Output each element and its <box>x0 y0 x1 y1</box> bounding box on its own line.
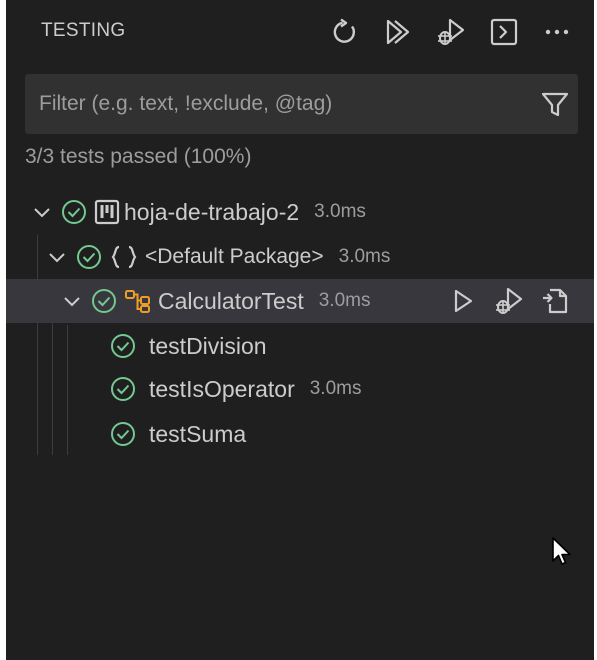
test-duration: 3.0ms <box>318 290 371 311</box>
passed-icon <box>111 422 135 446</box>
chevron-down-icon[interactable] <box>61 290 83 312</box>
panel-title: TESTING <box>41 20 126 41</box>
tree-item-test-method[interactable]: testIsOperator 3.0ms <box>6 367 594 411</box>
more-actions-button[interactable] <box>538 14 576 50</box>
refresh-icon <box>333 18 355 43</box>
mouse-cursor-icon <box>552 537 571 565</box>
run-icon <box>454 289 473 313</box>
tree-item-class[interactable]: CalculatorTest 3.0ms <box>6 279 594 323</box>
filter-input[interactable] <box>39 74 529 134</box>
test-summary: 3/3 tests passed (100%) <box>25 145 252 168</box>
row-actions <box>434 284 572 318</box>
package-braces-icon <box>109 244 139 270</box>
run-all-icon <box>386 19 410 45</box>
passed-icon <box>77 245 101 269</box>
terminal-output-icon <box>490 18 518 46</box>
tree-item-test-method[interactable]: testSuma <box>6 412 594 456</box>
tree-item-label: CalculatorTest <box>158 287 304 314</box>
filter-box <box>25 74 578 134</box>
show-output-button[interactable] <box>485 14 523 50</box>
panel-toolbar <box>326 14 576 50</box>
run-test-button[interactable] <box>446 284 480 318</box>
test-duration: 3.0ms <box>309 378 362 399</box>
test-duration: 3.0ms <box>314 201 366 222</box>
run-all-tests-button[interactable] <box>379 14 417 50</box>
ellipsis-icon <box>545 29 569 35</box>
debug-test-button[interactable] <box>492 284 526 318</box>
passed-icon <box>111 377 135 401</box>
go-to-test-button[interactable] <box>538 284 572 318</box>
debug-all-tests-button[interactable] <box>432 14 470 50</box>
test-duration: 3.0ms <box>338 246 391 267</box>
tree-item-project[interactable]: hoja-de-trabajo-2 3.0ms <box>6 190 594 234</box>
project-board-icon <box>94 199 120 225</box>
tree-item-label: testDivision <box>149 332 267 359</box>
passed-icon <box>92 289 116 313</box>
debug-icon <box>438 18 465 45</box>
filter-icon[interactable] <box>540 89 570 119</box>
go-to-file-icon <box>543 288 568 314</box>
passed-icon <box>111 334 135 358</box>
tree-item-label: testIsOperator <box>149 375 295 402</box>
tree-item-package[interactable]: <Default Package> 3.0ms <box>6 235 594 279</box>
tree-item-label: <Default Package> <box>145 245 324 268</box>
panel-header: TESTING <box>6 0 594 66</box>
tree-item-test-method[interactable]: testDivision <box>6 324 594 368</box>
debug-icon <box>496 287 523 314</box>
chevron-down-icon[interactable] <box>31 201 53 223</box>
passed-icon <box>62 200 86 224</box>
class-symbol-icon <box>124 288 152 314</box>
tree-item-label: testSuma <box>149 420 247 447</box>
tree-item-label: hoja-de-trabajo-2 <box>124 198 300 225</box>
refresh-tests-button[interactable] <box>326 14 364 50</box>
testing-panel: TESTING Filter (e.g. text, !exclude, @ta… <box>6 0 594 660</box>
chevron-down-icon[interactable] <box>46 246 68 268</box>
